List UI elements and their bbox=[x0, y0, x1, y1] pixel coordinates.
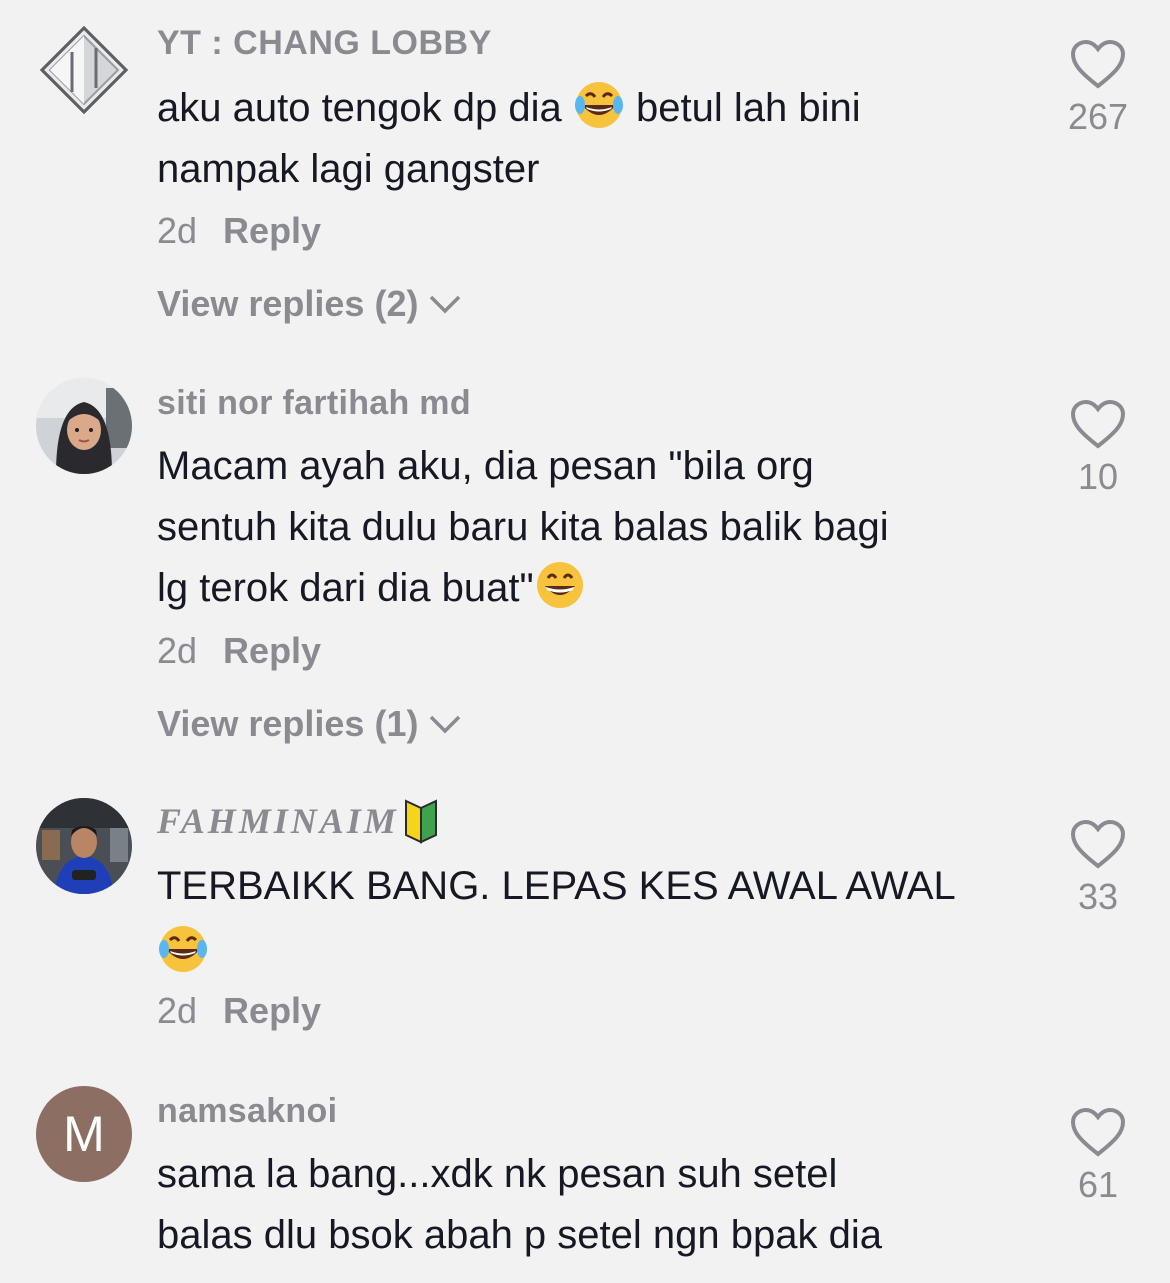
diamond-logo-icon bbox=[39, 25, 129, 115]
like-count: 267 bbox=[1067, 96, 1129, 137]
comment-username[interactable]: YT : CHANG LOBBY bbox=[157, 24, 492, 63]
comment-text-line: sama la bang...xdk nk pesan suh setel bbox=[157, 1152, 838, 1196]
comment-meta: 2d Reply bbox=[157, 990, 321, 1032]
view-replies-label: View replies (1) bbox=[157, 703, 419, 744]
heart-icon bbox=[1070, 820, 1126, 869]
view-replies-button[interactable]: View replies (2) bbox=[157, 283, 462, 325]
comment-text-line: aku auto tengok dp dia bbox=[157, 86, 573, 130]
view-replies-label: View replies (2) bbox=[157, 283, 419, 324]
chevron-down-icon bbox=[430, 715, 461, 734]
heart-icon bbox=[1070, 1108, 1126, 1157]
comment-text-line: Macam ayah aku, dia pesan "bila org bbox=[157, 444, 814, 488]
laughing-tears-emoji-icon bbox=[159, 926, 207, 972]
view-replies-button[interactable]: View replies (1) bbox=[157, 703, 462, 745]
like-count: 10 bbox=[1077, 456, 1119, 497]
avatar-letter: M bbox=[63, 1106, 105, 1162]
comment-text: TERBAIKK BANG. LEPAS KES AWAL AWAL bbox=[157, 856, 1007, 983]
like-button[interactable]: 10 bbox=[1058, 400, 1138, 498]
avatar[interactable] bbox=[36, 798, 132, 894]
profile-photo-icon bbox=[36, 798, 132, 894]
profile-photo-icon bbox=[36, 378, 132, 474]
comment-text: Macam ayah aku, dia pesan "bila org sent… bbox=[157, 436, 1007, 619]
like-button[interactable]: 61 bbox=[1058, 1108, 1138, 1206]
comment-text-line: balas dlu bsok abah p setel ngn bpak dia bbox=[157, 1213, 882, 1257]
comment-time: 2d bbox=[157, 630, 198, 671]
comment-meta: 2d Reply bbox=[157, 210, 321, 252]
avatar[interactable]: M bbox=[36, 1086, 132, 1182]
like-count: 33 bbox=[1077, 876, 1119, 917]
comment-time: 2d bbox=[157, 210, 198, 251]
comment-username[interactable]: FAHMINAIM bbox=[157, 798, 439, 844]
reply-button[interactable]: Reply bbox=[223, 630, 321, 671]
avatar[interactable] bbox=[36, 378, 132, 474]
comment-meta: 2d Reply bbox=[157, 630, 321, 672]
username-label: FAHMINAIM bbox=[157, 801, 399, 841]
like-count: 61 bbox=[1077, 1164, 1119, 1205]
like-button[interactable]: 33 bbox=[1058, 820, 1138, 918]
like-button[interactable]: 267 bbox=[1058, 40, 1138, 138]
avatar[interactable] bbox=[36, 22, 132, 118]
comment-text-line: sentuh kita dulu baru kita balas balik b… bbox=[157, 505, 889, 549]
grinning-face-emoji-icon bbox=[536, 562, 583, 608]
heart-icon bbox=[1070, 40, 1126, 89]
comment-text-line: lg terok dari dia buat" bbox=[157, 566, 534, 610]
comment-username[interactable]: siti nor fartihah md bbox=[157, 384, 471, 423]
comment-text-line: betul lah bini bbox=[624, 86, 861, 130]
chevron-down-icon bbox=[430, 295, 461, 314]
comment-username[interactable]: namsaknoi bbox=[157, 1092, 337, 1131]
reply-button[interactable]: Reply bbox=[223, 990, 321, 1031]
reply-button[interactable]: Reply bbox=[223, 210, 321, 251]
comment-time: 2d bbox=[157, 990, 198, 1031]
beginner-badge-icon bbox=[404, 799, 437, 844]
comment-text: aku auto tengok dp dia betul lah bini na… bbox=[157, 78, 1007, 200]
comment-text-line: TERBAIKK BANG. LEPAS KES AWAL AWAL bbox=[157, 864, 956, 908]
comment-text-line: nampak lagi gangster bbox=[157, 147, 540, 191]
laughing-tears-emoji-icon bbox=[574, 82, 623, 128]
comment-text: sama la bang...xdk nk pesan suh setel ba… bbox=[157, 1144, 1007, 1266]
heart-icon bbox=[1070, 400, 1126, 449]
